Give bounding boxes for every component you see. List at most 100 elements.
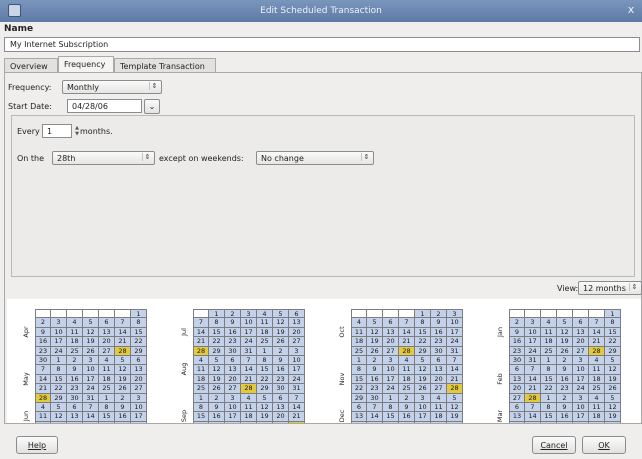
calendar-day-cell: 10 <box>573 365 589 375</box>
calendar-day-cell: 29 <box>415 346 431 356</box>
calendar-day-cell: 26 <box>273 337 289 347</box>
day-of-month-combo[interactable]: 28th ⇕ <box>52 151 155 165</box>
cancel-button[interactable]: Cancel <box>532 436 576 454</box>
calendar-day-cell: 17 <box>131 412 147 422</box>
calendar-week-row: 20212223242526 <box>351 421 463 423</box>
calendar-day-cell: 31 <box>289 384 305 394</box>
month-name-label: Feb <box>496 373 504 385</box>
calendar-week-row: 13 14 15 16 17 18 19 <box>351 412 463 422</box>
weekend-value: No change <box>261 154 304 163</box>
calendar-week-row: 13 14 15 16 17 18 19 <box>509 412 621 422</box>
every-label: Every <box>17 127 40 136</box>
calendar-day-cell: 20 <box>509 384 525 394</box>
calendar-day-cell: 2 <box>115 393 131 403</box>
calendar-day-cell: 15 <box>193 412 209 422</box>
calendar-day-cell: 15 <box>209 327 225 338</box>
calendar-day-cell: 16 <box>367 374 383 385</box>
calendar-day-cell: 13 <box>431 365 447 375</box>
scheduled-day-cell: 28 <box>193 346 209 356</box>
calendar-day-cell: 9 <box>399 402 415 413</box>
calendar-week-row: 7 8 9 10 11 12 13 <box>35 365 147 375</box>
calendar-day-cell: 6 <box>383 318 399 328</box>
calendar-day-cell: 8 <box>541 402 557 413</box>
calendar-day-cell: 8 <box>51 365 67 375</box>
month-name-label: May <box>22 372 30 386</box>
calendar-day-cell: 20 <box>131 374 147 385</box>
view-value: 12 months <box>583 284 626 293</box>
view-combo[interactable]: 12 months ⇕ <box>578 281 642 295</box>
help-button[interactable]: Help <box>16 436 58 454</box>
calendar-week-row: 30 1 2 3 4 5 6 <box>35 355 147 366</box>
calendar-day-cell: 29 <box>209 346 225 356</box>
calendar-day-cell: 31 <box>447 346 463 356</box>
calendar-day-cell: 22 <box>99 421 115 423</box>
calendar-week-row: 8 9 10 11 12 13 14 <box>193 402 305 413</box>
calendar-day-cell: 6 <box>509 402 525 413</box>
calendar-day-cell: 6 <box>99 318 115 328</box>
calendar-day-cell: 3 <box>51 318 67 328</box>
month-name-label: Apr <box>22 326 30 338</box>
calendar-day-cell: 22 <box>51 384 67 394</box>
calendar-day-cell: 14 <box>399 327 415 338</box>
calendar-day-cell: 23 <box>67 384 83 394</box>
tab-frequency[interactable]: Frequency <box>58 56 114 73</box>
calendar-day-cell: 30 <box>35 355 51 366</box>
calendar-day-cell: 20 <box>431 374 447 385</box>
calendar-day-cell: 6 <box>225 355 241 366</box>
calendar-day-cell: 6 <box>67 402 83 413</box>
calendar-day-cell: 19 <box>83 337 99 347</box>
calendar-day-cell: 12 <box>51 412 67 422</box>
calendar-day-cell: 22 <box>209 337 225 347</box>
edit-scheduled-transaction-window: Edit Scheduled Transaction x Name My Int… <box>0 0 642 459</box>
title-bar[interactable]: Edit Scheduled Transaction x <box>0 0 642 22</box>
calendar-day-cell: 25 <box>351 346 367 356</box>
scheduled-day-cell: 28 <box>399 346 415 356</box>
calendar-day-cell: 22 <box>383 421 399 423</box>
close-icon[interactable]: x <box>624 3 638 18</box>
calendar-day-cell: 2 <box>431 309 447 319</box>
calendar-day-cell: 11 <box>589 365 605 375</box>
calendar-day-cell: 1 <box>605 309 621 319</box>
tab-overview[interactable]: Overview <box>4 58 58 73</box>
calendar-day-cell: 19 <box>51 421 67 423</box>
calendar-day-cell: 20 <box>273 412 289 422</box>
calendar-day-cell <box>193 309 209 319</box>
calendar-day-cell: 14 <box>241 365 257 375</box>
calendar-day-cell: 21 <box>35 384 51 394</box>
name-input[interactable]: My Internet Subscription <box>4 37 640 52</box>
month-name-label: Aug <box>180 363 188 376</box>
month-column: 1 2 3 4 5 6 7 8 9 10 11 12 13 14 15 16 17 18 19 20 21 22 23 24 2… <box>35 309 147 423</box>
calendar-day-cell: 6 <box>131 355 147 366</box>
calendar-day-cell: 11 <box>541 327 557 338</box>
calendar-week-row: 16 17 18 19 20 21 22 <box>509 337 621 347</box>
every-spinner[interactable]: 1 <box>42 124 72 138</box>
calendar-day-cell: 5 <box>115 355 131 366</box>
calendar-day-cell: 18 <box>257 327 273 338</box>
weekend-combo[interactable]: No change ⇕ <box>256 151 374 165</box>
frequency-combo[interactable]: Monthly ⇕ <box>62 80 162 94</box>
tab-template-transaction[interactable]: Template Transaction <box>114 58 216 73</box>
calendar-day-cell: 21 <box>525 384 541 394</box>
calendar-day-cell: 21 <box>367 421 383 423</box>
calendar-day-cell: 11 <box>35 412 51 422</box>
calendar-day-cell: 9 <box>35 327 51 338</box>
calendar-day-cell: 26 <box>367 346 383 356</box>
ok-button[interactable]: OK <box>582 436 626 454</box>
calendar-day-cell: 17 <box>573 412 589 422</box>
date-dropdown-button[interactable]: ⌄ <box>144 99 160 114</box>
start-date-input[interactable]: 04/28/06 <box>67 99 142 113</box>
window-title: Edit Scheduled Transaction <box>260 6 382 16</box>
calendar-day-cell: 24 <box>525 346 541 356</box>
calendar-day-cell: 2 <box>273 346 289 356</box>
calendar-day-cell: 24 <box>573 384 589 394</box>
calendar-week-row: 27 28 1 2 3 4 5 <box>509 393 621 403</box>
calendar-week-row: 28 29 30 31 1 2 3 <box>193 346 305 356</box>
calendar-day-cell: 29 <box>605 346 621 356</box>
calendar-day-cell: 31 <box>241 346 257 356</box>
calendar-day-cell <box>573 309 589 319</box>
calendar-day-cell: 31 <box>525 355 541 366</box>
calendar-day-cell: 20 <box>573 337 589 347</box>
calendar-day-cell <box>557 309 573 319</box>
calendar-day-cell <box>35 309 51 319</box>
calendar-day-cell: 4 <box>399 355 415 366</box>
